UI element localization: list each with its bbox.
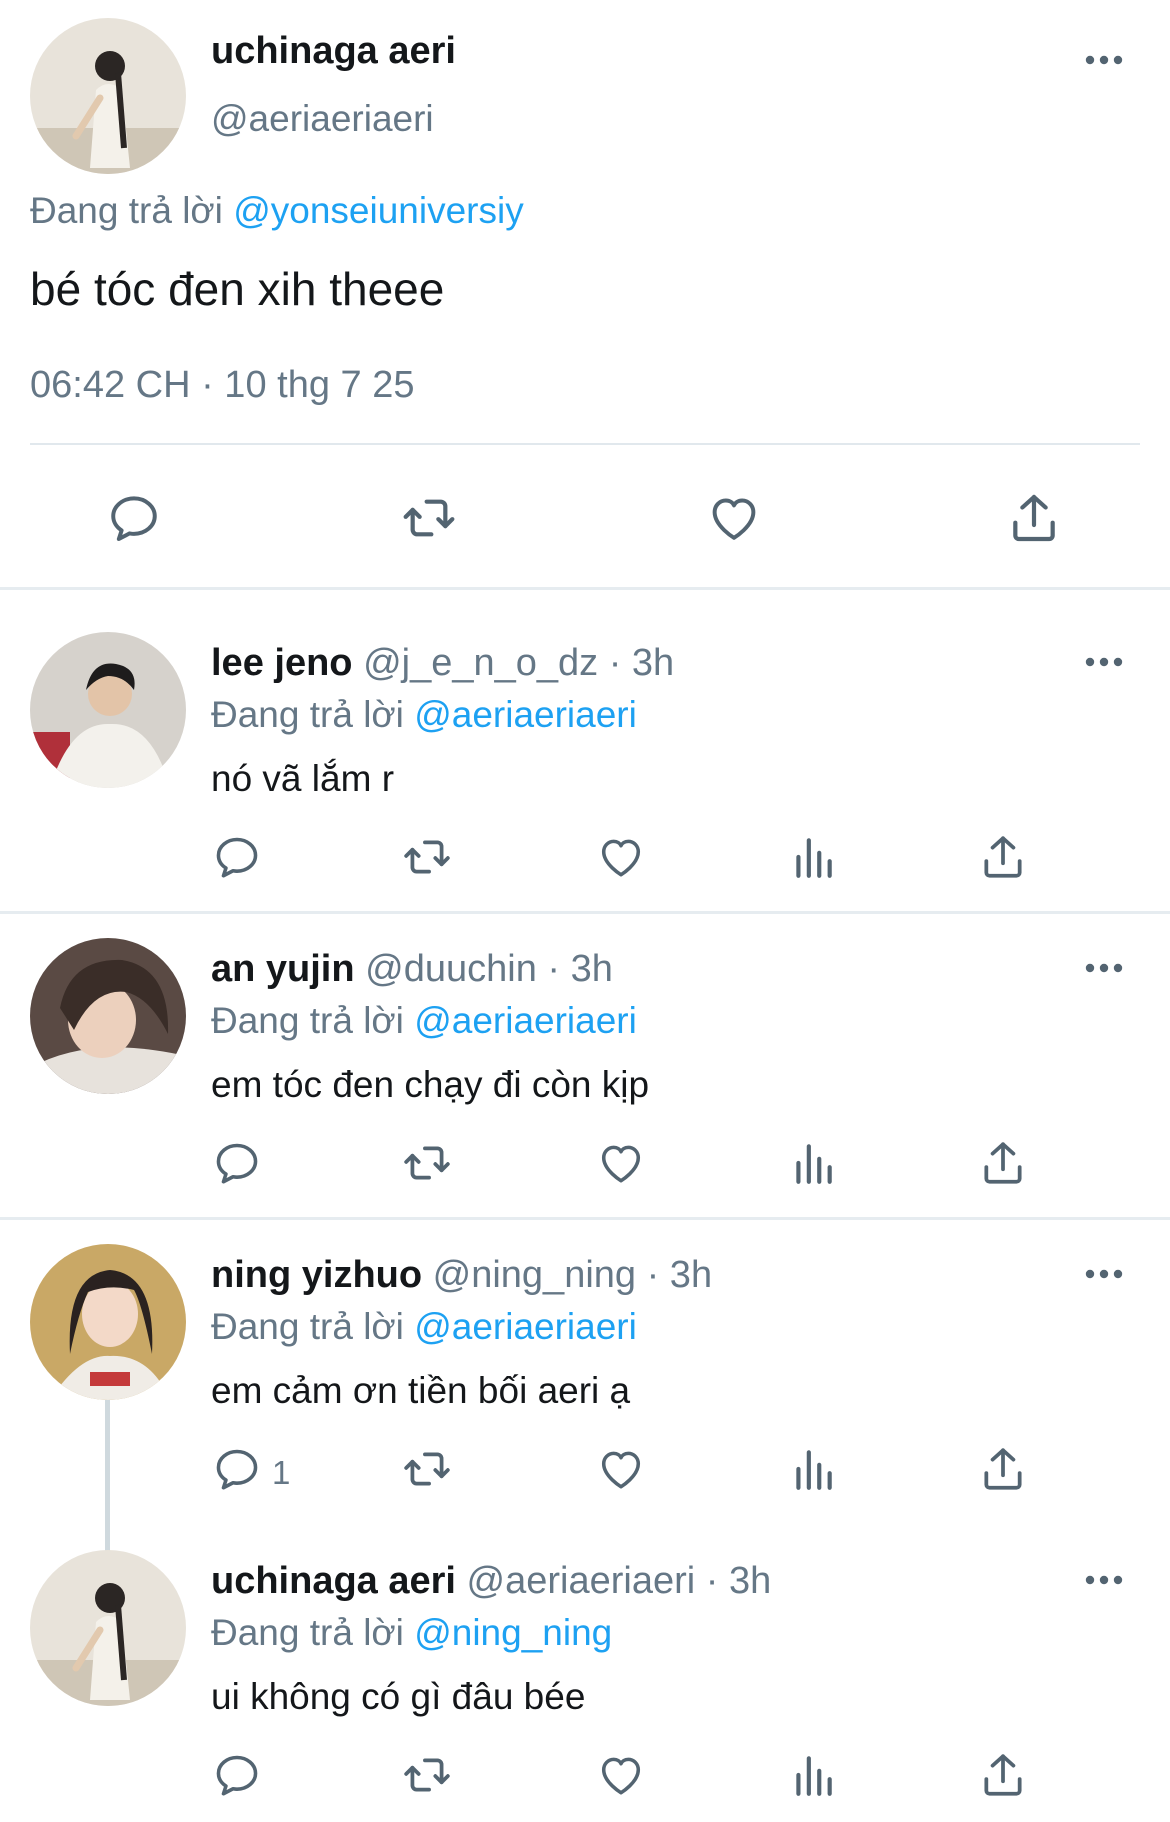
avatar[interactable] (30, 632, 186, 788)
handle-and-time: @duuchin · 3h (365, 948, 613, 990)
avatar[interactable] (30, 1244, 186, 1400)
reply-header: ning yizhuo @ning_ning · 3h (211, 1254, 712, 1297)
analytics-icon[interactable] (788, 1444, 838, 1494)
separator (0, 587, 1170, 590)
display-name[interactable]: lee jeno (211, 642, 353, 684)
reply-tweet[interactable]: uchinaga aeri @aeriaeriaeri · 3h Đang tr… (0, 1528, 1170, 1822)
mention-link[interactable]: @yonseiuniversiy (233, 190, 524, 231)
retweet-icon[interactable] (401, 490, 457, 546)
handle-and-time: @aeriaeriaeri · 3h (466, 1560, 772, 1602)
more-icon[interactable] (1084, 1574, 1124, 1586)
reply-text: nó vã lắm r (211, 758, 395, 799)
more-icon[interactable] (1084, 1268, 1124, 1280)
reply-tweet[interactable]: ning yizhuo @ning_ning · 3h Đang trả lời… (0, 1222, 1170, 1552)
share-icon[interactable] (1006, 490, 1062, 546)
share-icon[interactable] (978, 1138, 1028, 1188)
replying-to-line: Đang trả lời @yonseiuniversiy (30, 190, 524, 232)
replying-label: Đang trả lời (30, 190, 223, 231)
mention-link[interactable]: @aeriaeriaeri (414, 1000, 637, 1041)
mention-link[interactable]: @aeriaeriaeri (414, 1306, 637, 1347)
analytics-icon[interactable] (788, 1138, 838, 1188)
heart-icon[interactable] (596, 1444, 646, 1494)
heart-icon[interactable] (596, 832, 646, 882)
replying-label: Đang trả lời (211, 1000, 404, 1041)
share-icon[interactable] (978, 1444, 1028, 1494)
reply-icon[interactable] (212, 1750, 262, 1800)
reply-tweet[interactable]: an yujin @duuchin · 3h Đang trả lời @aer… (0, 916, 1170, 1221)
reply-header: uchinaga aeri @aeriaeriaeri · 3h (211, 1560, 771, 1603)
share-icon[interactable] (978, 832, 1028, 882)
reply-icon[interactable] (212, 1138, 262, 1188)
heart-icon[interactable] (596, 1750, 646, 1800)
reply-text: em tóc đen chạy đi còn kịp (211, 1064, 650, 1105)
retweet-icon[interactable] (402, 1444, 452, 1494)
reply-text: em cảm ơn tiền bối aeri ạ (211, 1370, 631, 1411)
replying-to-line: Đang trả lời @ning_ning (211, 1612, 612, 1654)
heart-icon[interactable] (706, 490, 762, 546)
reply-text: ui không có gì đâu bée (211, 1676, 586, 1717)
reply-count: 1 (272, 1454, 291, 1491)
avatar[interactable] (30, 18, 186, 174)
more-icon[interactable] (1084, 54, 1124, 66)
reply-header: an yujin @duuchin · 3h (211, 948, 613, 991)
reply-icon[interactable] (212, 832, 262, 882)
more-icon[interactable] (1084, 656, 1124, 668)
avatar[interactable] (30, 1550, 186, 1706)
analytics-icon[interactable] (788, 832, 838, 882)
retweet-icon[interactable] (402, 832, 452, 882)
handle-and-time: @ning_ning · 3h (432, 1254, 713, 1296)
replying-label: Đang trả lời (211, 1612, 404, 1653)
replying-label: Đang trả lời (211, 694, 404, 735)
display-name[interactable]: uchinaga aeri (211, 1560, 456, 1602)
tweet-text: bé tóc đen xih theee (30, 263, 445, 315)
heart-icon[interactable] (596, 1138, 646, 1188)
replying-to-line: Đang trả lời @aeriaeriaeri (211, 1306, 637, 1348)
share-icon[interactable] (978, 1750, 1028, 1800)
analytics-icon[interactable] (788, 1750, 838, 1800)
display-name[interactable]: ning yizhuo (211, 1254, 422, 1296)
handle-and-time: @j_e_n_o_dz · 3h (363, 642, 675, 684)
reply-icon[interactable] (212, 1444, 262, 1494)
avatar[interactable] (30, 938, 186, 1094)
more-icon[interactable] (1084, 962, 1124, 974)
reply-header: lee jeno @j_e_n_o_dz · 3h (211, 642, 674, 685)
display-name[interactable]: an yujin (211, 948, 355, 990)
retweet-icon[interactable] (402, 1750, 452, 1800)
user-handle[interactable]: @aeriaeriaeri (211, 98, 434, 140)
replying-to-line: Đang trả lời @aeriaeriaeri (211, 1000, 637, 1042)
reply-icon[interactable] (106, 490, 162, 546)
separator (0, 1217, 1170, 1220)
mention-link[interactable]: @aeriaeriaeri (414, 694, 637, 735)
reply-tweet[interactable]: lee jeno @j_e_n_o_dz · 3h Đang trả lời @… (0, 610, 1170, 915)
divider (30, 443, 1140, 445)
retweet-icon[interactable] (402, 1138, 452, 1188)
timestamp[interactable]: 06:42 CH · 10 thg 7 25 (30, 364, 414, 407)
replying-label: Đang trả lời (211, 1306, 404, 1347)
mention-link[interactable]: @ning_ning (414, 1612, 612, 1653)
display-name[interactable]: uchinaga aeri (211, 30, 456, 73)
separator (0, 911, 1170, 914)
replying-to-line: Đang trả lời @aeriaeriaeri (211, 694, 637, 736)
main-tweet: uchinaga aeri @aeriaeriaeri Đang trả lời… (0, 0, 1170, 590)
